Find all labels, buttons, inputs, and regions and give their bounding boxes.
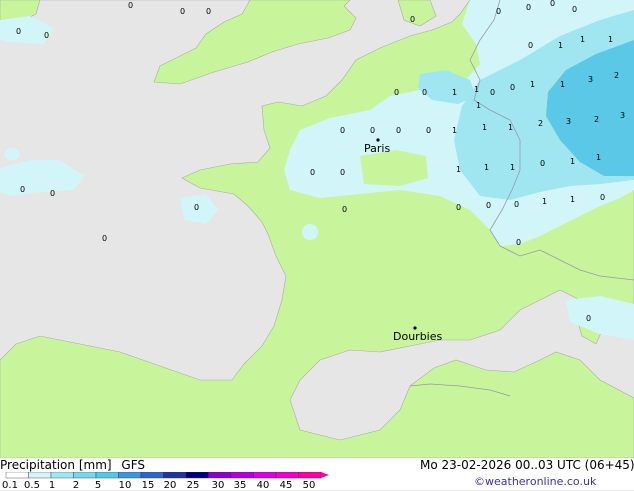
paris-label: Paris — [364, 142, 390, 155]
precip-value: 0 — [490, 88, 495, 97]
precip-value: 0 — [600, 193, 605, 202]
precip-value: 0 — [310, 168, 315, 177]
legend-tick-label: 30 — [211, 480, 225, 491]
colorbar-cell — [5, 472, 29, 479]
precip-value: 1 — [510, 163, 515, 172]
model-name: GFS — [121, 458, 145, 472]
precip-value: 0 — [16, 27, 21, 36]
precip-value: 3 — [588, 75, 593, 84]
precip-value: 0 — [426, 126, 431, 135]
legend-tick-label: 50 — [302, 480, 316, 491]
colorbar-cell — [95, 472, 119, 479]
legend-tick-label: 25 — [186, 480, 200, 491]
precip-value: 0 — [528, 41, 533, 50]
precip-value: 0 — [102, 234, 107, 243]
legend-tick-label: 45 — [279, 480, 293, 491]
precip-value: 0 — [194, 203, 199, 212]
precip-value: 0 — [526, 3, 531, 12]
legend-title: Precipitation [mm] GFS — [0, 458, 145, 472]
precip-value: 0 — [514, 200, 519, 209]
precip-value: 0 — [540, 159, 545, 168]
colorbar-cell — [253, 472, 277, 479]
precip-value: 1 — [558, 41, 563, 50]
precip-value: 0 — [496, 7, 501, 16]
precip-value: 0 — [340, 126, 345, 135]
colorbar-cell — [118, 472, 142, 479]
precip-value: 0 — [394, 88, 399, 97]
land-patch-central — [360, 150, 428, 186]
precip-value: 1 — [476, 101, 481, 110]
colorbar-cell — [163, 472, 187, 479]
legend-tick-label: 35 — [233, 480, 247, 491]
legend-tick-label: 0.5 — [24, 480, 40, 491]
legend-tick-label: 0.1 — [2, 480, 18, 491]
colorbar-cell — [230, 472, 254, 479]
precip-value: 0 — [550, 0, 555, 8]
precip-value: 1 — [452, 126, 457, 135]
precip-value: 0 — [370, 126, 375, 135]
colorbar-cell — [275, 472, 299, 479]
legend-tick-label: 20 — [163, 480, 177, 491]
colorbar-cell — [185, 472, 209, 479]
precip-value: 0 — [410, 15, 415, 24]
precip-value: 1 — [530, 80, 535, 89]
precip-value: 0 — [510, 83, 515, 92]
precip-value: 0 — [128, 1, 133, 10]
precip-value: 0 — [456, 203, 461, 212]
precip-value: 1 — [542, 197, 547, 206]
colorbar-cell — [28, 472, 52, 479]
forecast-datetime: Mo 23-02-2026 00..03 UTC (06+45) — [420, 458, 634, 472]
legend-tick-label: 15 — [141, 480, 155, 491]
precip-value: 3 — [620, 111, 625, 120]
precip-value: 3 — [566, 117, 571, 126]
precip-value: 0 — [180, 7, 185, 16]
precip-value: 0 — [44, 31, 49, 40]
dourbies-label: Dourbies — [393, 330, 443, 343]
precip-value: 0 — [340, 168, 345, 177]
precip-value: 1 — [570, 157, 575, 166]
precip-value: 1 — [580, 35, 585, 44]
precip-value: 2 — [538, 119, 543, 128]
precip-light-spot-2 — [4, 148, 20, 160]
precipitation-map: Paris Dourbies 0 000 000 0 0010 110 0 1 1 0011 10 0… — [0, 0, 634, 458]
colorbar-arrow — [321, 472, 329, 478]
precip-value: 1 — [474, 85, 479, 94]
colorbar-cell — [208, 472, 232, 479]
precip-value: 1 — [608, 35, 613, 44]
precip-value: 0 — [20, 185, 25, 194]
colorbar-cell — [298, 472, 322, 479]
legend-tick-label: 1 — [48, 480, 56, 491]
precip-value: 2 — [594, 115, 599, 124]
precip-value: 1 — [484, 163, 489, 172]
precip-value: 0 — [586, 314, 591, 323]
legend-tick-label: 10 — [118, 480, 132, 491]
precip-value: 1 — [560, 80, 565, 89]
precip-value: 0 — [206, 7, 211, 16]
precip-value: 1 — [452, 88, 457, 97]
colorbar-cell — [140, 472, 164, 479]
legend-tick-label: 5 — [94, 480, 102, 491]
colorbar-cell — [73, 472, 97, 479]
precip-value: 1 — [570, 195, 575, 204]
legend-tick-label: 40 — [256, 480, 270, 491]
precip-value: 2 — [614, 71, 619, 80]
precip-light-spot — [302, 224, 318, 240]
precip-value: 1 — [482, 123, 487, 132]
precip-value: 0 — [486, 201, 491, 210]
precip-value: 0 — [572, 5, 577, 14]
colorbar-cell — [50, 472, 74, 479]
precip-value: 0 — [422, 88, 427, 97]
precip-value: 0 — [516, 238, 521, 247]
precip-value: 1 — [596, 153, 601, 162]
credit-text: ©weatheronline.co.uk — [474, 475, 597, 488]
precip-value: 0 — [396, 126, 401, 135]
legend-tick-label: 2 — [72, 480, 80, 491]
precip-value: 1 — [508, 123, 513, 132]
precip-value: 0 — [50, 189, 55, 198]
precip-value: 1 — [456, 165, 461, 174]
legend-title-text: Precipitation [mm] — [0, 458, 112, 472]
precip-value: 0 — [342, 205, 347, 214]
